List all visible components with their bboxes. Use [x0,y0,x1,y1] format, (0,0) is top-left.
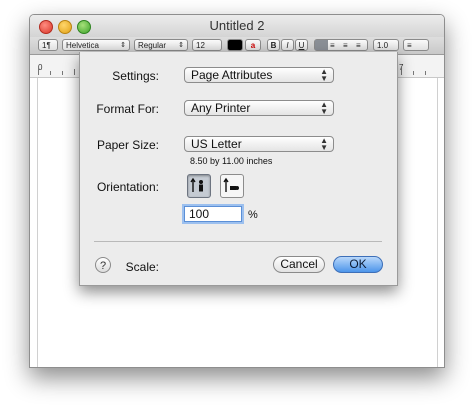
font-size-field[interactable]: 12 [192,39,222,51]
minimize-icon[interactable] [58,20,72,34]
title-bar[interactable]: Untitled 2 [30,15,444,37]
ruler-tick [401,67,402,75]
list-bullets-icon: ≡ [407,41,412,50]
zoom-icon[interactable] [77,20,91,34]
paper-dimensions: 8.50 by 11.00 inches [190,156,273,166]
align-left-icon[interactable] [315,40,328,50]
settings-popup[interactable]: Page Attributes ▲ ▼ [184,67,334,83]
ruler-tick [413,71,414,75]
alignment-segmented-control[interactable]: ≡ ≡ ≡ [314,39,368,51]
chevron-updown-icon: ⇕ [178,42,184,49]
font-style-popup[interactable]: Regular ⇕ [134,39,188,51]
align-justify-icon[interactable]: ≡ [343,40,348,52]
font-family-popup[interactable]: Helvetica ⇕ [62,39,130,51]
format-for-label: Format For: [96,102,159,116]
highlight-color-well[interactable]: a [245,39,261,51]
ruler-tick [38,67,39,75]
font-size-label: 12 [196,41,205,50]
paper-size-popup[interactable]: US Letter ▲ ▼ [184,136,334,152]
window-title: Untitled 2 [209,18,265,33]
sheet-divider [94,241,382,242]
paragraph-style-popup[interactable]: 1¶ [38,39,58,51]
landscape-icon [223,177,239,192]
chevron-updown-icon: ▲ ▼ [320,67,328,83]
text-color-well[interactable] [227,39,243,51]
bold-button[interactable]: B [267,39,280,51]
underline-button[interactable]: U [295,39,308,51]
paper-size-value: US Letter [191,137,242,151]
format-for-popup[interactable]: Any Printer ▲ ▼ [184,100,334,116]
ruler-tick [50,71,51,75]
line-spacing-label: 1.0 [377,41,389,50]
underline-label: U [298,41,305,50]
portrait-icon [190,177,203,192]
ok-button[interactable]: OK [333,256,383,273]
align-right-icon[interactable]: ≡ [356,40,361,52]
font-style-label: Regular [138,41,167,50]
bold-label: B [270,41,277,50]
format-for-value: Any Printer [191,101,251,115]
italic-label: I [286,41,289,50]
cancel-button[interactable]: Cancel [273,256,325,273]
scale-unit: % [248,209,258,221]
help-icon: ? [99,260,107,272]
chevron-updown-icon: ⇕ [120,42,126,49]
close-icon[interactable] [39,20,53,34]
orientation-label: Orientation: [96,180,159,194]
settings-label: Settings: [112,69,159,83]
font-family-label: Helvetica [66,41,99,50]
portrait-orientation-button[interactable] [187,174,211,198]
list-style-popup[interactable]: ≡ [403,39,429,51]
cancel-label: Cancel [280,257,318,271]
settings-value: Page Attributes [191,68,273,82]
align-center-icon[interactable]: ≡ [330,40,335,52]
paper-size-label: Paper Size: [96,138,159,152]
scale-input[interactable]: 100 [184,206,242,222]
italic-button[interactable]: I [281,39,294,51]
help-button[interactable]: ? [95,257,111,273]
scale-value: 100 [189,207,210,221]
chevron-updown-icon: ▲ ▼ [320,100,328,116]
chevron-updown-icon: ▲ ▼ [320,136,328,152]
ok-label: OK [349,257,367,271]
line-spacing-popup[interactable]: 1.0 [373,39,399,51]
ruler-tick [425,71,426,75]
landscape-orientation-button[interactable] [220,174,244,198]
paragraph-style-label: 1¶ [42,41,51,50]
page-setup-sheet: Settings: Page Attributes ▲ ▼ Format For:… [79,52,398,286]
